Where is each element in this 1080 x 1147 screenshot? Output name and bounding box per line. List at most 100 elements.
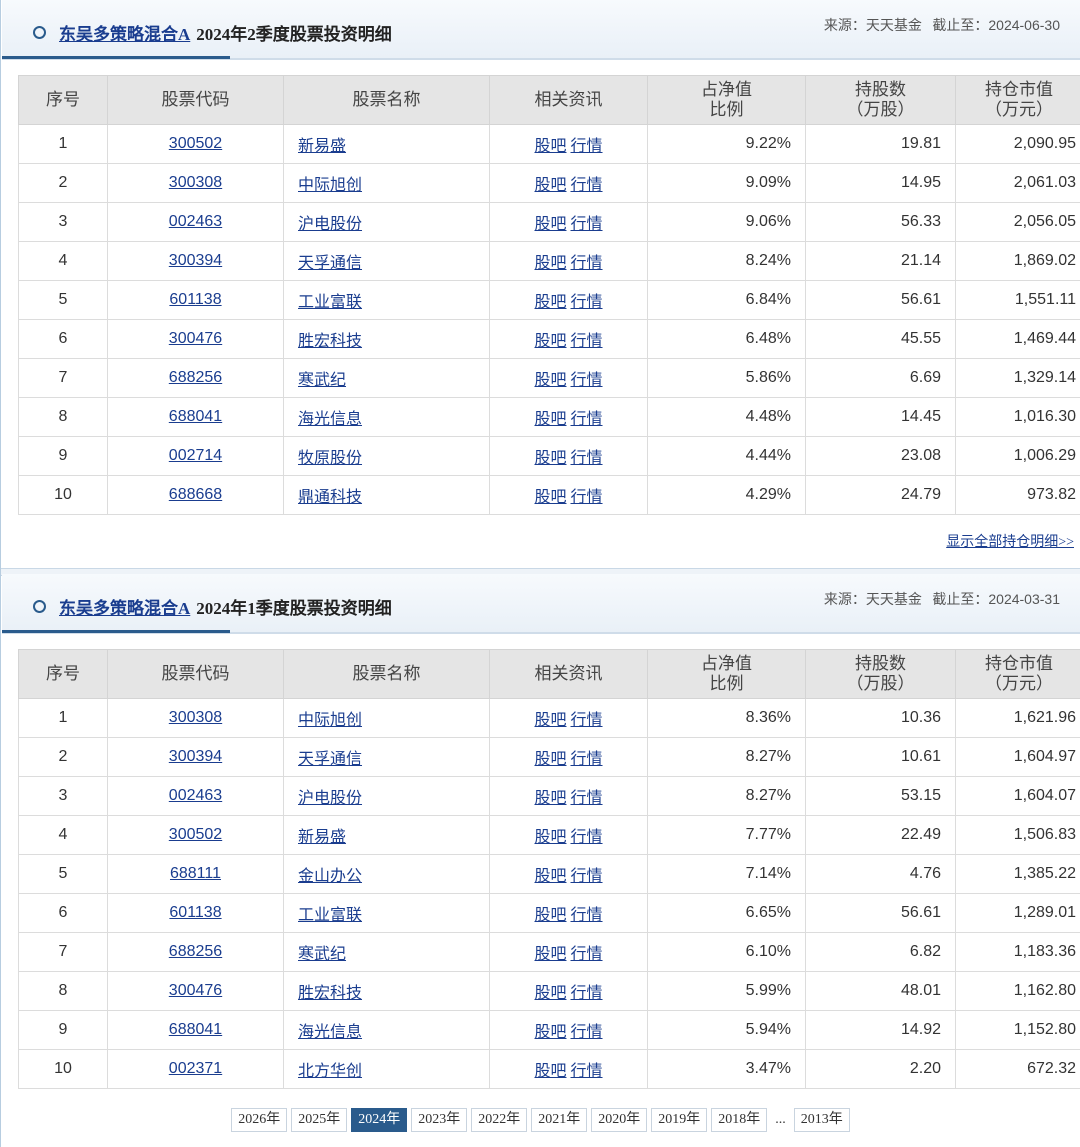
year-tab[interactable]: 2019年 <box>651 1108 708 1132</box>
year-tab[interactable]: 2018年 <box>711 1108 768 1132</box>
year-tab[interactable]: 2022年 <box>471 1108 528 1132</box>
stock-code-link[interactable]: 601138 <box>169 904 221 921</box>
quote-link[interactable]: 行情 <box>571 255 603 272</box>
guba-link[interactable]: 股吧 <box>534 489 566 506</box>
shares-cell: 48.01 <box>805 971 956 1011</box>
guba-link[interactable]: 股吧 <box>534 712 566 729</box>
fund-name-link[interactable]: 东吴多策略混合A <box>59 25 190 44</box>
guba-link[interactable]: 股吧 <box>534 372 566 389</box>
stock-code-link[interactable]: 688111 <box>170 865 221 882</box>
quote-link[interactable]: 行情 <box>571 985 603 1002</box>
year-tab[interactable]: 2023年 <box>411 1108 468 1132</box>
quote-link[interactable]: 行情 <box>571 489 603 506</box>
guba-link[interactable]: 股吧 <box>534 138 566 155</box>
stock-code-link[interactable]: 300308 <box>169 709 222 726</box>
guba-link[interactable]: 股吧 <box>534 829 566 846</box>
stock-code-link[interactable]: 688256 <box>169 369 222 386</box>
quote-link[interactable]: 行情 <box>571 216 603 233</box>
quote-link[interactable]: 行情 <box>571 333 603 350</box>
guba-link[interactable]: 股吧 <box>534 333 566 350</box>
stock-code-link[interactable]: 300394 <box>169 748 222 765</box>
stock-code-link[interactable]: 688041 <box>169 1021 222 1038</box>
stock-code-link[interactable]: 688668 <box>169 486 222 503</box>
shares-cell: 23.08 <box>805 436 956 476</box>
year-tab[interactable]: 2021年 <box>531 1108 588 1132</box>
guba-link[interactable]: 股吧 <box>534 255 566 272</box>
quote-link[interactable]: 行情 <box>571 294 603 311</box>
guba-link[interactable]: 股吧 <box>534 751 566 768</box>
stock-code-link[interactable]: 300394 <box>169 252 222 269</box>
stock-code-link[interactable]: 688256 <box>169 943 222 960</box>
stock-name-link[interactable]: 北方华创 <box>298 1063 362 1080</box>
guba-link[interactable]: 股吧 <box>534 868 566 885</box>
guba-link[interactable]: 股吧 <box>534 411 566 428</box>
quote-link[interactable]: 行情 <box>571 372 603 389</box>
stock-code-link[interactable]: 300476 <box>169 982 222 999</box>
guba-link[interactable]: 股吧 <box>534 790 566 807</box>
quote-link[interactable]: 行情 <box>571 1063 603 1080</box>
quote-link[interactable]: 行情 <box>571 177 603 194</box>
guba-link[interactable]: 股吧 <box>534 294 566 311</box>
quote-link[interactable]: 行情 <box>571 907 603 924</box>
fund-name-link[interactable]: 东吴多策略混合A <box>59 599 190 618</box>
quote-link[interactable]: 行情 <box>571 829 603 846</box>
quote-link[interactable]: 行情 <box>571 868 603 885</box>
year-tab[interactable]: 2020年 <box>591 1108 648 1132</box>
stock-name-link[interactable]: 中际旭创 <box>298 712 362 729</box>
quote-link[interactable]: 行情 <box>571 411 603 428</box>
stock-code-link[interactable]: 300308 <box>169 174 222 191</box>
guba-link[interactable]: 股吧 <box>534 216 566 233</box>
guba-link[interactable]: 股吧 <box>534 1063 566 1080</box>
year-tab[interactable]: 2026年 <box>231 1108 288 1132</box>
stock-name-link[interactable]: 胜宏科技 <box>298 333 362 350</box>
stock-name-link[interactable]: 沪电股份 <box>298 790 362 807</box>
guba-link[interactable]: 股吧 <box>534 1024 566 1041</box>
stock-code-link[interactable]: 300502 <box>169 135 222 152</box>
stock-code-link[interactable]: 002463 <box>169 213 222 230</box>
guba-link[interactable]: 股吧 <box>534 450 566 467</box>
stock-code-link[interactable]: 002463 <box>169 787 222 804</box>
year-tab[interactable]: 2024年 <box>351 1108 408 1132</box>
stock-name-link[interactable]: 天孚通信 <box>298 255 362 272</box>
quote-link[interactable]: 行情 <box>571 138 603 155</box>
guba-link[interactable]: 股吧 <box>534 946 566 963</box>
show-all-holdings-link[interactable]: 显示全部持仓明细>> <box>946 531 1074 551</box>
guba-link[interactable]: 股吧 <box>534 985 566 1002</box>
quote-link[interactable]: 行情 <box>571 1024 603 1041</box>
stock-name-link[interactable]: 工业富联 <box>298 907 362 924</box>
stock-name-link[interactable]: 寒武纪 <box>298 946 346 963</box>
quote-link[interactable]: 行情 <box>571 450 603 467</box>
quote-link[interactable]: 行情 <box>571 712 603 729</box>
year-tab[interactable]: 2025年 <box>291 1108 348 1132</box>
stock-name-link[interactable]: 海光信息 <box>298 1024 362 1041</box>
stock-name-link[interactable]: 寒武纪 <box>298 372 346 389</box>
stock-name-cell: 工业富联 <box>283 280 490 320</box>
column-header: 股票代码 <box>107 649 284 699</box>
stock-code-link[interactable]: 002714 <box>169 447 222 464</box>
stock-name-link[interactable]: 新易盛 <box>298 138 346 155</box>
quote-link[interactable]: 行情 <box>571 751 603 768</box>
stock-name-link[interactable]: 金山办公 <box>298 868 362 885</box>
stock-name-link[interactable]: 胜宏科技 <box>298 985 362 1002</box>
quote-link[interactable]: 行情 <box>571 790 603 807</box>
column-header-text: 相关资讯 <box>534 664 603 683</box>
quote-link[interactable]: 行情 <box>571 946 603 963</box>
news-links-cell: 股吧 行情 <box>489 124 648 164</box>
guba-link[interactable]: 股吧 <box>534 177 566 194</box>
stock-name-link[interactable]: 鼎通科技 <box>298 489 362 506</box>
stock-name-link[interactable]: 天孚通信 <box>298 751 362 768</box>
stock-name-link[interactable]: 新易盛 <box>298 829 346 846</box>
stock-name-link[interactable]: 沪电股份 <box>298 216 362 233</box>
stock-name-link[interactable]: 工业富联 <box>298 294 362 311</box>
stock-code-link[interactable]: 601138 <box>169 291 221 308</box>
stock-name-link[interactable]: 牧原股份 <box>298 450 362 467</box>
stock-code-link[interactable]: 688041 <box>169 408 222 425</box>
guba-link[interactable]: 股吧 <box>534 907 566 924</box>
stock-code-link[interactable]: 300502 <box>169 826 222 843</box>
year-tab[interactable]: 2013年 <box>793 1108 850 1132</box>
stock-name-link[interactable]: 海光信息 <box>298 411 362 428</box>
stock-code-link[interactable]: 002371 <box>169 1060 222 1077</box>
stock-name-link[interactable]: 中际旭创 <box>298 177 362 194</box>
table-row: 6 300476 胜宏科技 股吧 行情 6.48% 45.55 1,469.44 <box>18 319 1080 359</box>
stock-code-link[interactable]: 300476 <box>169 330 222 347</box>
